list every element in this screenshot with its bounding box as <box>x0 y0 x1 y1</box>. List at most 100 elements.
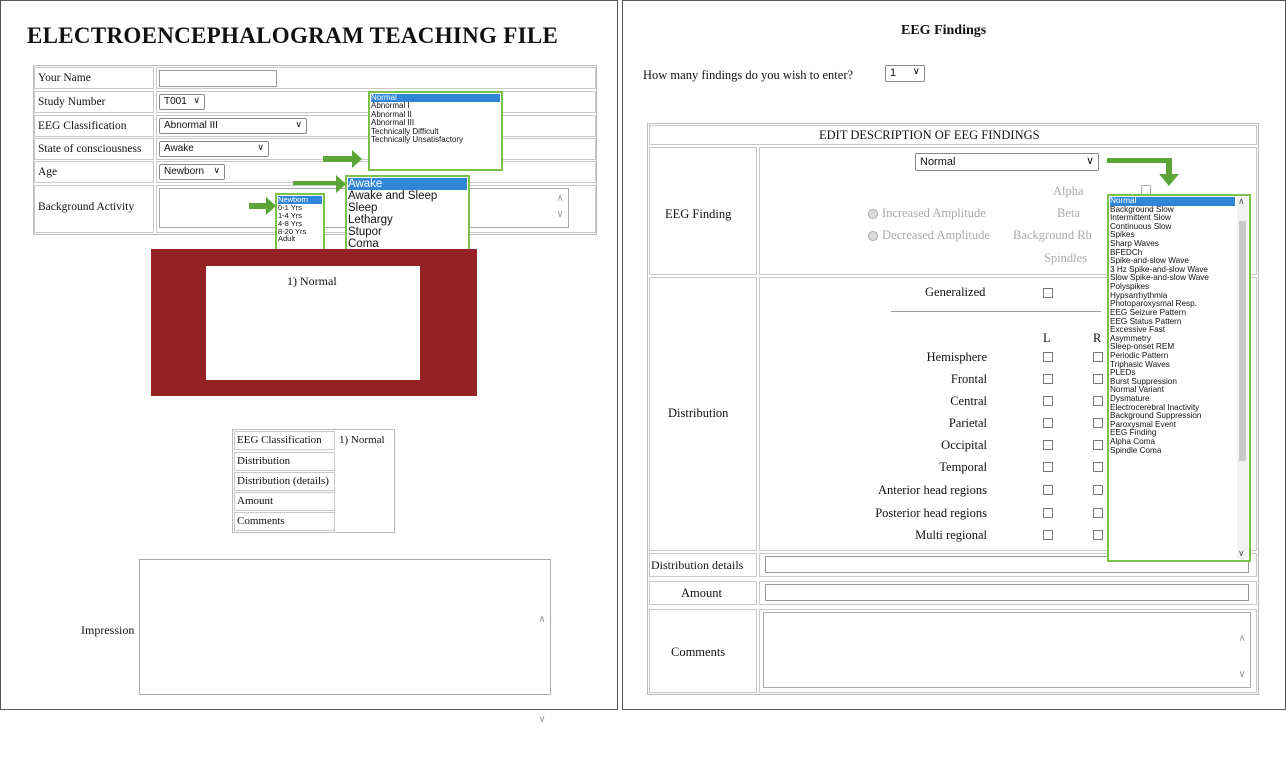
region-label: Anterior head regions <box>878 483 987 497</box>
region-left-checkbox[interactable] <box>1043 396 1053 406</box>
how-many-value: 1 <box>890 67 897 79</box>
amount-label: Amount <box>681 586 722 600</box>
region-left-checkbox[interactable] <box>1043 352 1053 362</box>
right-panel: EEG Findings How many findings do you wi… <box>622 0 1286 710</box>
rhythm-label: Background Rh <box>1013 228 1092 242</box>
rhythm-label: Beta <box>1057 206 1080 220</box>
classification-dropdown[interactable]: Normal Abnormal I Abnormal II Abnormal I… <box>368 91 503 171</box>
finding-option[interactable]: Spindle Coma <box>1110 446 1235 456</box>
eeg-finding-dropdown[interactable]: Normal Background Slow Intermittent Slow… <box>1107 194 1251 562</box>
age-label: Age <box>38 166 58 178</box>
consciousness-select[interactable]: Awake ∨ <box>159 141 269 157</box>
callout-arrow-icon <box>293 175 346 193</box>
region-label: Hemisphere <box>926 350 987 364</box>
callout-arrow-icon <box>249 197 276 215</box>
distribution-label: Distribution <box>668 406 729 420</box>
summary-label: Amount <box>237 495 274 507</box>
region-right-checkbox[interactable] <box>1093 530 1103 540</box>
findings-title: EEG Findings <box>901 23 987 38</box>
study-number-value: T001 <box>164 96 187 107</box>
consciousness-option[interactable]: Sleep <box>348 202 467 214</box>
scrollbar[interactable]: ∧ ∨ <box>536 570 548 725</box>
page-title: ELECTROENCEPHALOGRAM TEACHING FILE <box>27 23 559 48</box>
dropdown-scrollbar[interactable]: ∧ ∨ <box>1237 197 1248 559</box>
summary-label: Comments <box>237 515 285 527</box>
scrollbar[interactable]: ∧ ∨ <box>1236 621 1248 681</box>
region-label: Multi regional <box>915 528 987 542</box>
region-right-checkbox[interactable] <box>1093 396 1103 406</box>
generalized-label: Generalized <box>925 285 986 299</box>
region-right-checkbox[interactable] <box>1093 508 1103 518</box>
impression-textarea[interactable]: ∧ ∨ <box>139 559 551 725</box>
region-label: Temporal <box>939 460 987 474</box>
left-column-label: L <box>1043 331 1051 345</box>
scroll-up-icon[interactable]: ∧ <box>1238 197 1245 207</box>
summary-label: Distribution (details) <box>237 475 329 487</box>
scrollbar-thumb[interactable] <box>1239 221 1246 461</box>
callout-arrow-icon <box>1107 158 1171 163</box>
region-label: Occipital <box>941 438 987 452</box>
increased-amplitude-label: Increased Amplitude <box>882 206 986 220</box>
divider <box>891 311 1101 312</box>
distribution-details-label: Distribution details <box>651 558 744 572</box>
region-left-checkbox[interactable] <box>1043 374 1053 384</box>
region-right-checkbox[interactable] <box>1093 485 1103 495</box>
consciousness-option[interactable]: Awake and Sleep <box>348 190 467 202</box>
section-header: EDIT DESCRIPTION OF EEG FINDINGS <box>819 128 1040 142</box>
region-label: Central <box>950 394 987 408</box>
consciousness-option[interactable]: Awake <box>348 178 467 191</box>
age-option[interactable]: Adult <box>278 235 322 243</box>
region-left-checkbox[interactable] <box>1043 508 1053 518</box>
region-right-checkbox[interactable] <box>1093 418 1103 428</box>
study-number-select[interactable]: T001 ∨ <box>159 94 205 110</box>
your-name-input[interactable] <box>159 70 277 87</box>
region-right-checkbox[interactable] <box>1093 374 1103 384</box>
generalized-checkbox[interactable] <box>1043 288 1053 298</box>
region-left-checkbox[interactable] <box>1043 462 1053 472</box>
your-name-label: Your Name <box>38 72 91 84</box>
age-select[interactable]: Newborn ∨ <box>159 164 225 180</box>
left-panel: ELECTROENCEPHALOGRAM TEACHING FILE Your … <box>0 0 618 725</box>
chevron-down-icon: ∨ <box>193 95 200 105</box>
region-left-checkbox[interactable] <box>1043 418 1053 428</box>
background-activity-label: Background Activity <box>38 201 135 213</box>
region-left-checkbox[interactable] <box>1043 530 1053 540</box>
decreased-amplitude-label: Decreased Amplitude <box>882 228 990 242</box>
eeg-finding-select[interactable]: Normal ∨ <box>915 153 1099 171</box>
age-value: Newborn <box>164 166 205 177</box>
consciousness-option[interactable]: Lethargy <box>348 214 467 226</box>
summary-value: 1) Normal <box>339 434 385 446</box>
consciousness-option[interactable]: Stupor <box>348 226 467 238</box>
region-right-checkbox[interactable] <box>1093 352 1103 362</box>
how-many-label: How many findings do you wish to enter? <box>643 68 854 82</box>
region-left-checkbox[interactable] <box>1043 440 1053 450</box>
eeg-finding-label: EEG Finding <box>665 207 732 221</box>
region-left-checkbox[interactable] <box>1043 485 1053 495</box>
eeg-classification-select[interactable]: Abnormal III ∨ <box>159 118 307 134</box>
finding-caption: 1) Normal <box>287 274 337 288</box>
how-many-select[interactable]: 1 ∨ <box>885 65 925 82</box>
eeg-finding-value: Normal <box>920 156 956 168</box>
region-label: Parietal <box>948 416 987 430</box>
chevron-down-icon: ∨ <box>257 142 264 152</box>
callout-arrow-icon <box>323 150 362 168</box>
classification-option[interactable]: Technically Unsatisfactory <box>371 135 500 144</box>
chevron-down-icon: ∨ <box>295 119 302 129</box>
region-right-checkbox[interactable] <box>1093 462 1103 472</box>
comments-textarea[interactable]: ∧ ∨ <box>763 612 1251 688</box>
right-column-label: R <box>1093 331 1102 345</box>
amount-input[interactable] <box>765 584 1249 601</box>
consciousness-value: Awake <box>164 143 194 154</box>
region-right-checkbox[interactable] <box>1093 440 1103 450</box>
callout-arrow-icon <box>1159 174 1179 186</box>
impression-label: Impression <box>81 623 135 637</box>
scrollbar[interactable]: ∧ ∨ <box>554 191 566 227</box>
eeg-classification-value: Abnormal III <box>164 120 218 131</box>
increased-amplitude-radio[interactable] <box>868 209 878 219</box>
rhythm-label: Alpha <box>1053 184 1084 198</box>
region-label: Posterior head regions <box>875 506 987 520</box>
scroll-down-icon[interactable]: ∨ <box>1238 549 1245 559</box>
decreased-amplitude-radio[interactable] <box>868 231 878 241</box>
study-number-label: Study Number <box>38 96 106 108</box>
comments-label: Comments <box>671 645 726 659</box>
